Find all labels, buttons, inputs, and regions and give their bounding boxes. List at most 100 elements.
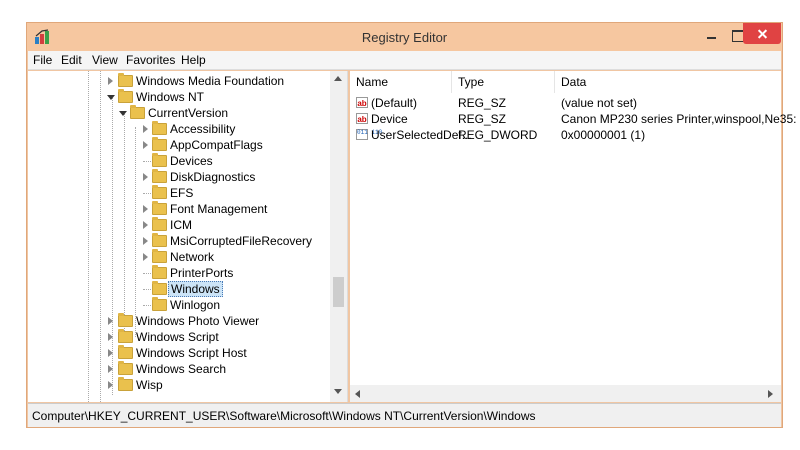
tree-item-currentversion[interactable]: CurrentVersion — [28, 105, 328, 121]
tree-item-appcompatflags[interactable]: AppCompatFlags — [28, 137, 328, 153]
folder-icon — [152, 185, 167, 199]
value-row[interactable]: 011 110 UserSelectedDef... REG_DWORD 0x0… — [350, 127, 770, 143]
tree-guide-line — [143, 161, 151, 162]
expanded-arrow-icon[interactable] — [107, 95, 115, 100]
close-button[interactable] — [743, 23, 781, 44]
tree-item-windows[interactable]: Windows — [28, 281, 328, 297]
collapsed-arrow-icon[interactable] — [108, 381, 113, 389]
tree-item-label: DiskDiagnostics — [170, 170, 256, 184]
title-bar[interactable]: Registry Editor — [27, 23, 782, 51]
value-row[interactable]: ab Device REG_SZ Canon MP230 series Prin… — [350, 111, 796, 127]
folder-icon — [152, 297, 167, 311]
scroll-down-arrow-icon[interactable] — [334, 389, 342, 394]
collapsed-arrow-icon[interactable] — [143, 253, 148, 261]
tree-item-wisp[interactable]: Wisp — [28, 377, 328, 393]
tree-guide-line — [143, 289, 151, 290]
menu-help[interactable]: Help — [181, 53, 206, 67]
menu-file[interactable]: File — [33, 53, 52, 67]
value-name: UserSelectedDef... — [371, 128, 472, 142]
tree-item-label: EFS — [170, 186, 194, 200]
tree-vertical-scrollbar[interactable] — [330, 71, 347, 402]
column-header-name[interactable]: Name — [350, 71, 452, 93]
scroll-right-arrow-icon[interactable] — [768, 390, 773, 398]
window-title: Registry Editor — [361, 30, 448, 45]
tree-item-label: Font Management — [170, 202, 268, 216]
tree-item-windows-nt[interactable]: Windows NT — [28, 89, 328, 105]
tree-item-label: Accessibility — [170, 122, 236, 136]
folder-icon — [152, 217, 167, 231]
collapsed-arrow-icon[interactable] — [108, 77, 113, 85]
tree-item-label: Windows Script Host — [136, 346, 247, 360]
collapsed-arrow-icon[interactable] — [108, 317, 113, 325]
tree-item-label: Windows Media Foundation — [136, 74, 285, 88]
column-header-data[interactable]: Data — [555, 71, 777, 93]
tree-item-windows-photo-viewer[interactable]: Windows Photo Viewer — [28, 313, 328, 329]
tree-item-accessibility[interactable]: Accessibility — [28, 121, 328, 137]
scroll-left-arrow-icon[interactable] — [355, 390, 360, 398]
folder-icon — [152, 281, 167, 295]
collapsed-arrow-icon[interactable] — [143, 173, 148, 181]
collapsed-arrow-icon[interactable] — [143, 125, 148, 133]
value-type: REG_SZ — [458, 112, 507, 126]
folder-icon — [152, 201, 167, 215]
tree-item-label: Windows Search — [136, 362, 227, 376]
value-data: 0x00000001 (1) — [561, 128, 646, 142]
tree-item-network[interactable]: Network — [28, 249, 328, 265]
tree-item-label: ICM — [170, 218, 192, 232]
collapsed-arrow-icon[interactable] — [108, 333, 113, 341]
list-horizontal-scrollbar[interactable] — [350, 385, 781, 402]
value-type: REG_SZ — [458, 96, 507, 110]
expanded-arrow-icon[interactable] — [119, 111, 127, 116]
registry-editor-window: Registry Editor File Edit View Favorites… — [26, 22, 796, 428]
collapsed-arrow-icon[interactable] — [108, 365, 113, 373]
tree-item-windows-script[interactable]: Windows Script — [28, 329, 328, 345]
folder-icon — [130, 105, 145, 119]
tree-item-windows-script-host[interactable]: Windows Script Host — [28, 345, 328, 361]
tree-guide-line — [143, 273, 151, 274]
tree-item-label: PrinterPorts — [170, 266, 234, 280]
folder-icon — [152, 169, 167, 183]
folder-icon — [152, 249, 167, 263]
scroll-up-arrow-icon[interactable] — [334, 76, 342, 81]
string-value-icon: ab — [356, 97, 368, 108]
tree-item-winlogon[interactable]: Winlogon — [28, 297, 328, 313]
tree-item-font-management[interactable]: Font Management — [28, 201, 328, 217]
menu-edit[interactable]: Edit — [61, 53, 82, 67]
values-list-pane[interactable]: Name Type Data ab (Default) REG_SZ (valu… — [350, 71, 796, 402]
tree-item-label: CurrentVersion — [148, 106, 229, 120]
tree-item-msicorruptedfilerecovery[interactable]: MsiCorruptedFileRecovery — [28, 233, 328, 249]
tree-item-windows-media-foundation[interactable]: Windows Media Foundation — [28, 73, 328, 89]
collapsed-arrow-icon[interactable] — [143, 205, 148, 213]
tree-guide-line — [143, 305, 151, 306]
folder-icon — [152, 265, 167, 279]
folder-icon — [118, 73, 133, 87]
minimize-button[interactable] — [699, 24, 723, 46]
folder-icon — [118, 329, 133, 343]
value-data: Canon MP230 series Printer,winspool,Ne35… — [561, 112, 797, 126]
collapsed-arrow-icon[interactable] — [108, 349, 113, 357]
folder-icon — [118, 361, 133, 375]
scrollbar-thumb[interactable] — [333, 277, 344, 307]
tree-item-windows-search[interactable]: Windows Search — [28, 361, 328, 377]
tree-item-label: AppCompatFlags — [170, 138, 263, 152]
key-tree-pane[interactable]: Windows Media Foundation Windows NT Curr… — [28, 71, 348, 402]
folder-icon — [118, 89, 133, 103]
tree-item-diskdiagnostics[interactable]: DiskDiagnostics — [28, 169, 328, 185]
value-name: Device — [371, 112, 408, 126]
menu-view[interactable]: View — [92, 53, 118, 67]
collapsed-arrow-icon[interactable] — [143, 221, 148, 229]
tree-item-efs[interactable]: EFS — [28, 185, 328, 201]
tree-item-icm[interactable]: ICM — [28, 217, 328, 233]
collapsed-arrow-icon[interactable] — [143, 237, 148, 245]
tree-item-label: MsiCorruptedFileRecovery — [170, 234, 313, 248]
folder-icon — [152, 153, 167, 167]
value-data: (value not set) — [561, 96, 638, 110]
menu-favorites[interactable]: Favorites — [126, 53, 175, 67]
collapsed-arrow-icon[interactable] — [143, 141, 148, 149]
column-header-type[interactable]: Type — [452, 71, 555, 93]
tree-item-devices[interactable]: Devices — [28, 153, 328, 169]
value-row[interactable]: ab (Default) REG_SZ (value not set) — [350, 95, 770, 111]
tree-item-label: Wisp — [136, 378, 163, 392]
folder-icon — [152, 233, 167, 247]
tree-item-printerports[interactable]: PrinterPorts — [28, 265, 328, 281]
